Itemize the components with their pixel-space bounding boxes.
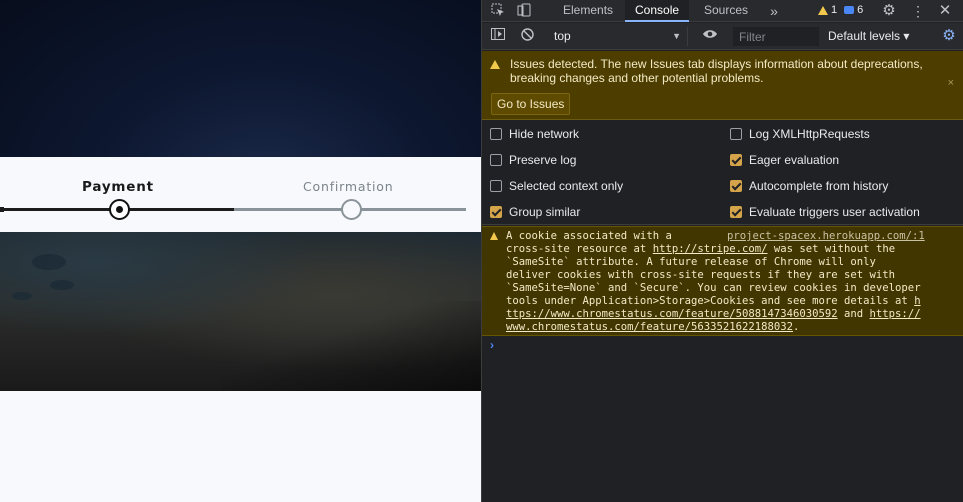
tab-console[interactable]: Console <box>625 0 690 22</box>
log-levels-dropdown[interactable]: Default levels ▾ <box>828 27 909 46</box>
warning-line: tools under Application>Storage>Cookies … <box>506 295 915 307</box>
warning-line: . <box>793 321 800 333</box>
step-label-payment: Payment <box>82 179 154 195</box>
issues-warning-icon <box>490 60 500 69</box>
tab-sources[interactable]: Sources <box>694 0 758 22</box>
warning-line: deliver cookies with cross-site requests… <box>506 269 896 281</box>
device-toolbar-icon[interactable] <box>516 3 532 19</box>
console-toolbar: top ▼ Default levels ▾ ⚙ <box>482 23 963 50</box>
earth-lake-3 <box>12 292 32 300</box>
stripe-link[interactable]: http://stripe.com/ <box>653 243 768 255</box>
option-evaluate-triggers[interactable]: Evaluate triggers user activation <box>730 199 920 225</box>
settings-gear-icon[interactable]: ⚙ <box>881 3 897 19</box>
message-count: 6 <box>857 4 864 16</box>
show-sidebar-icon[interactable] <box>490 28 506 44</box>
option-log-xmlhttprequests[interactable]: Log XMLHttpRequests <box>730 121 870 147</box>
option-label: Autocomplete from history <box>749 179 889 193</box>
chromestatus-link-2[interactable]: www.chromestatus.com/feature/56335216221… <box>506 321 793 333</box>
step-label-confirmation: Confirmation <box>303 179 394 194</box>
option-hide-network[interactable]: Hide network <box>490 121 579 147</box>
go-to-issues-button[interactable]: Go to Issues <box>491 93 571 115</box>
page-footer-area <box>0 391 481 502</box>
warning-line: `SameSite` attribute. A future release o… <box>506 256 876 268</box>
issues-banner-text: Issues detected. The new Issues tab disp… <box>510 57 923 85</box>
option-preserve-log[interactable]: Preserve log <box>490 147 576 173</box>
option-eager-evaluation[interactable]: Eager evaluation <box>730 147 839 173</box>
context-selector[interactable]: top ▼ <box>548 27 688 46</box>
more-options-icon[interactable]: ⋮ <box>910 3 926 19</box>
console-filter-input[interactable] <box>733 27 819 46</box>
option-label: Group similar <box>509 205 581 219</box>
checkbox-eager-evaluation[interactable] <box>730 154 742 166</box>
console-prompt[interactable]: › <box>490 338 494 352</box>
chromestatus-link-2[interactable]: https:// <box>870 308 921 320</box>
option-label: Log XMLHttpRequests <box>749 127 870 141</box>
chromestatus-link-1[interactable]: ttps://www.chromestatus.com/feature/5088… <box>506 308 838 320</box>
warning-line: and <box>837 308 870 320</box>
console-settings-icon[interactable]: ⚙ <box>940 27 958 45</box>
option-selected-context-only[interactable]: Selected context only <box>490 173 623 199</box>
step-node-payment[interactable] <box>109 199 130 220</box>
close-devtools-icon[interactable]: ✕ <box>937 3 953 19</box>
console-settings-pane: Hide network Preserve log Selected conte… <box>482 121 963 225</box>
warning-line: was set without the <box>767 243 896 255</box>
option-group-similar[interactable]: Group similar <box>490 199 580 225</box>
warning-line: A cookie associated with a <box>506 230 672 242</box>
warning-line: `SameSite=None` and `Secure`. You can re… <box>506 282 921 294</box>
checkbox-hide-network[interactable] <box>490 128 502 140</box>
option-label: Evaluate triggers user activation <box>749 205 920 219</box>
console-warning-message: project-spacex.herokuapp.com/:1 A cookie… <box>482 226 963 336</box>
earth-lake-1 <box>32 254 66 270</box>
chevron-down-icon: ▼ <box>672 31 681 41</box>
earth-lake-2 <box>50 280 74 290</box>
checkbox-preserve-log[interactable] <box>490 154 502 166</box>
live-expression-eye-icon[interactable] <box>702 28 718 44</box>
space-background-top <box>0 0 481 157</box>
checkbox-autocomplete-history[interactable] <box>730 180 742 192</box>
chromestatus-link-1[interactable]: h <box>914 295 920 307</box>
close-banner-icon[interactable]: × <box>948 77 954 89</box>
earth-shadow <box>221 301 481 391</box>
option-label: Hide network <box>509 127 580 141</box>
checkbox-group-similar[interactable] <box>490 206 502 218</box>
earth-image <box>0 232 481 391</box>
warning-text: A cookie associated with a cross-site re… <box>506 230 942 334</box>
checkout-stepper: Payment Confirmation <box>0 157 481 232</box>
inspect-element-icon[interactable] <box>490 3 506 19</box>
option-label: Selected context only <box>509 179 624 193</box>
warning-line: cross-site resource at <box>506 243 653 255</box>
warning-count: 1 <box>831 4 838 16</box>
devtools-tabbar: Elements Console Sources » 1 6 ⚙ ⋮ ✕ <box>482 0 963 22</box>
clear-console-icon[interactable] <box>519 28 535 44</box>
warning-icon <box>490 232 498 240</box>
checkbox-log-xmlhttprequests[interactable] <box>730 128 742 140</box>
more-tabs-icon[interactable]: » <box>766 3 782 19</box>
message-icon <box>844 6 855 14</box>
checkbox-evaluate-triggers[interactable] <box>730 206 742 218</box>
option-label: Eager evaluation <box>749 153 840 167</box>
context-value: top <box>554 29 571 43</box>
option-autocomplete-history[interactable]: Autocomplete from history <box>730 173 888 199</box>
warning-icon <box>818 5 828 15</box>
step-node-confirmation[interactable] <box>341 199 362 220</box>
tab-elements[interactable]: Elements <box>553 0 623 22</box>
screen: Payment Confirmation Elements Console So… <box>0 0 963 502</box>
option-label: Preserve log <box>509 153 577 167</box>
issue-counters[interactable]: 1 6 <box>818 4 863 16</box>
web-page: Payment Confirmation <box>0 0 481 502</box>
devtools-panel: Elements Console Sources » 1 6 ⚙ ⋮ ✕ top <box>481 0 963 502</box>
checkbox-selected-context-only[interactable] <box>490 180 502 192</box>
issues-banner: Issues detected. The new Issues tab disp… <box>482 51 963 120</box>
